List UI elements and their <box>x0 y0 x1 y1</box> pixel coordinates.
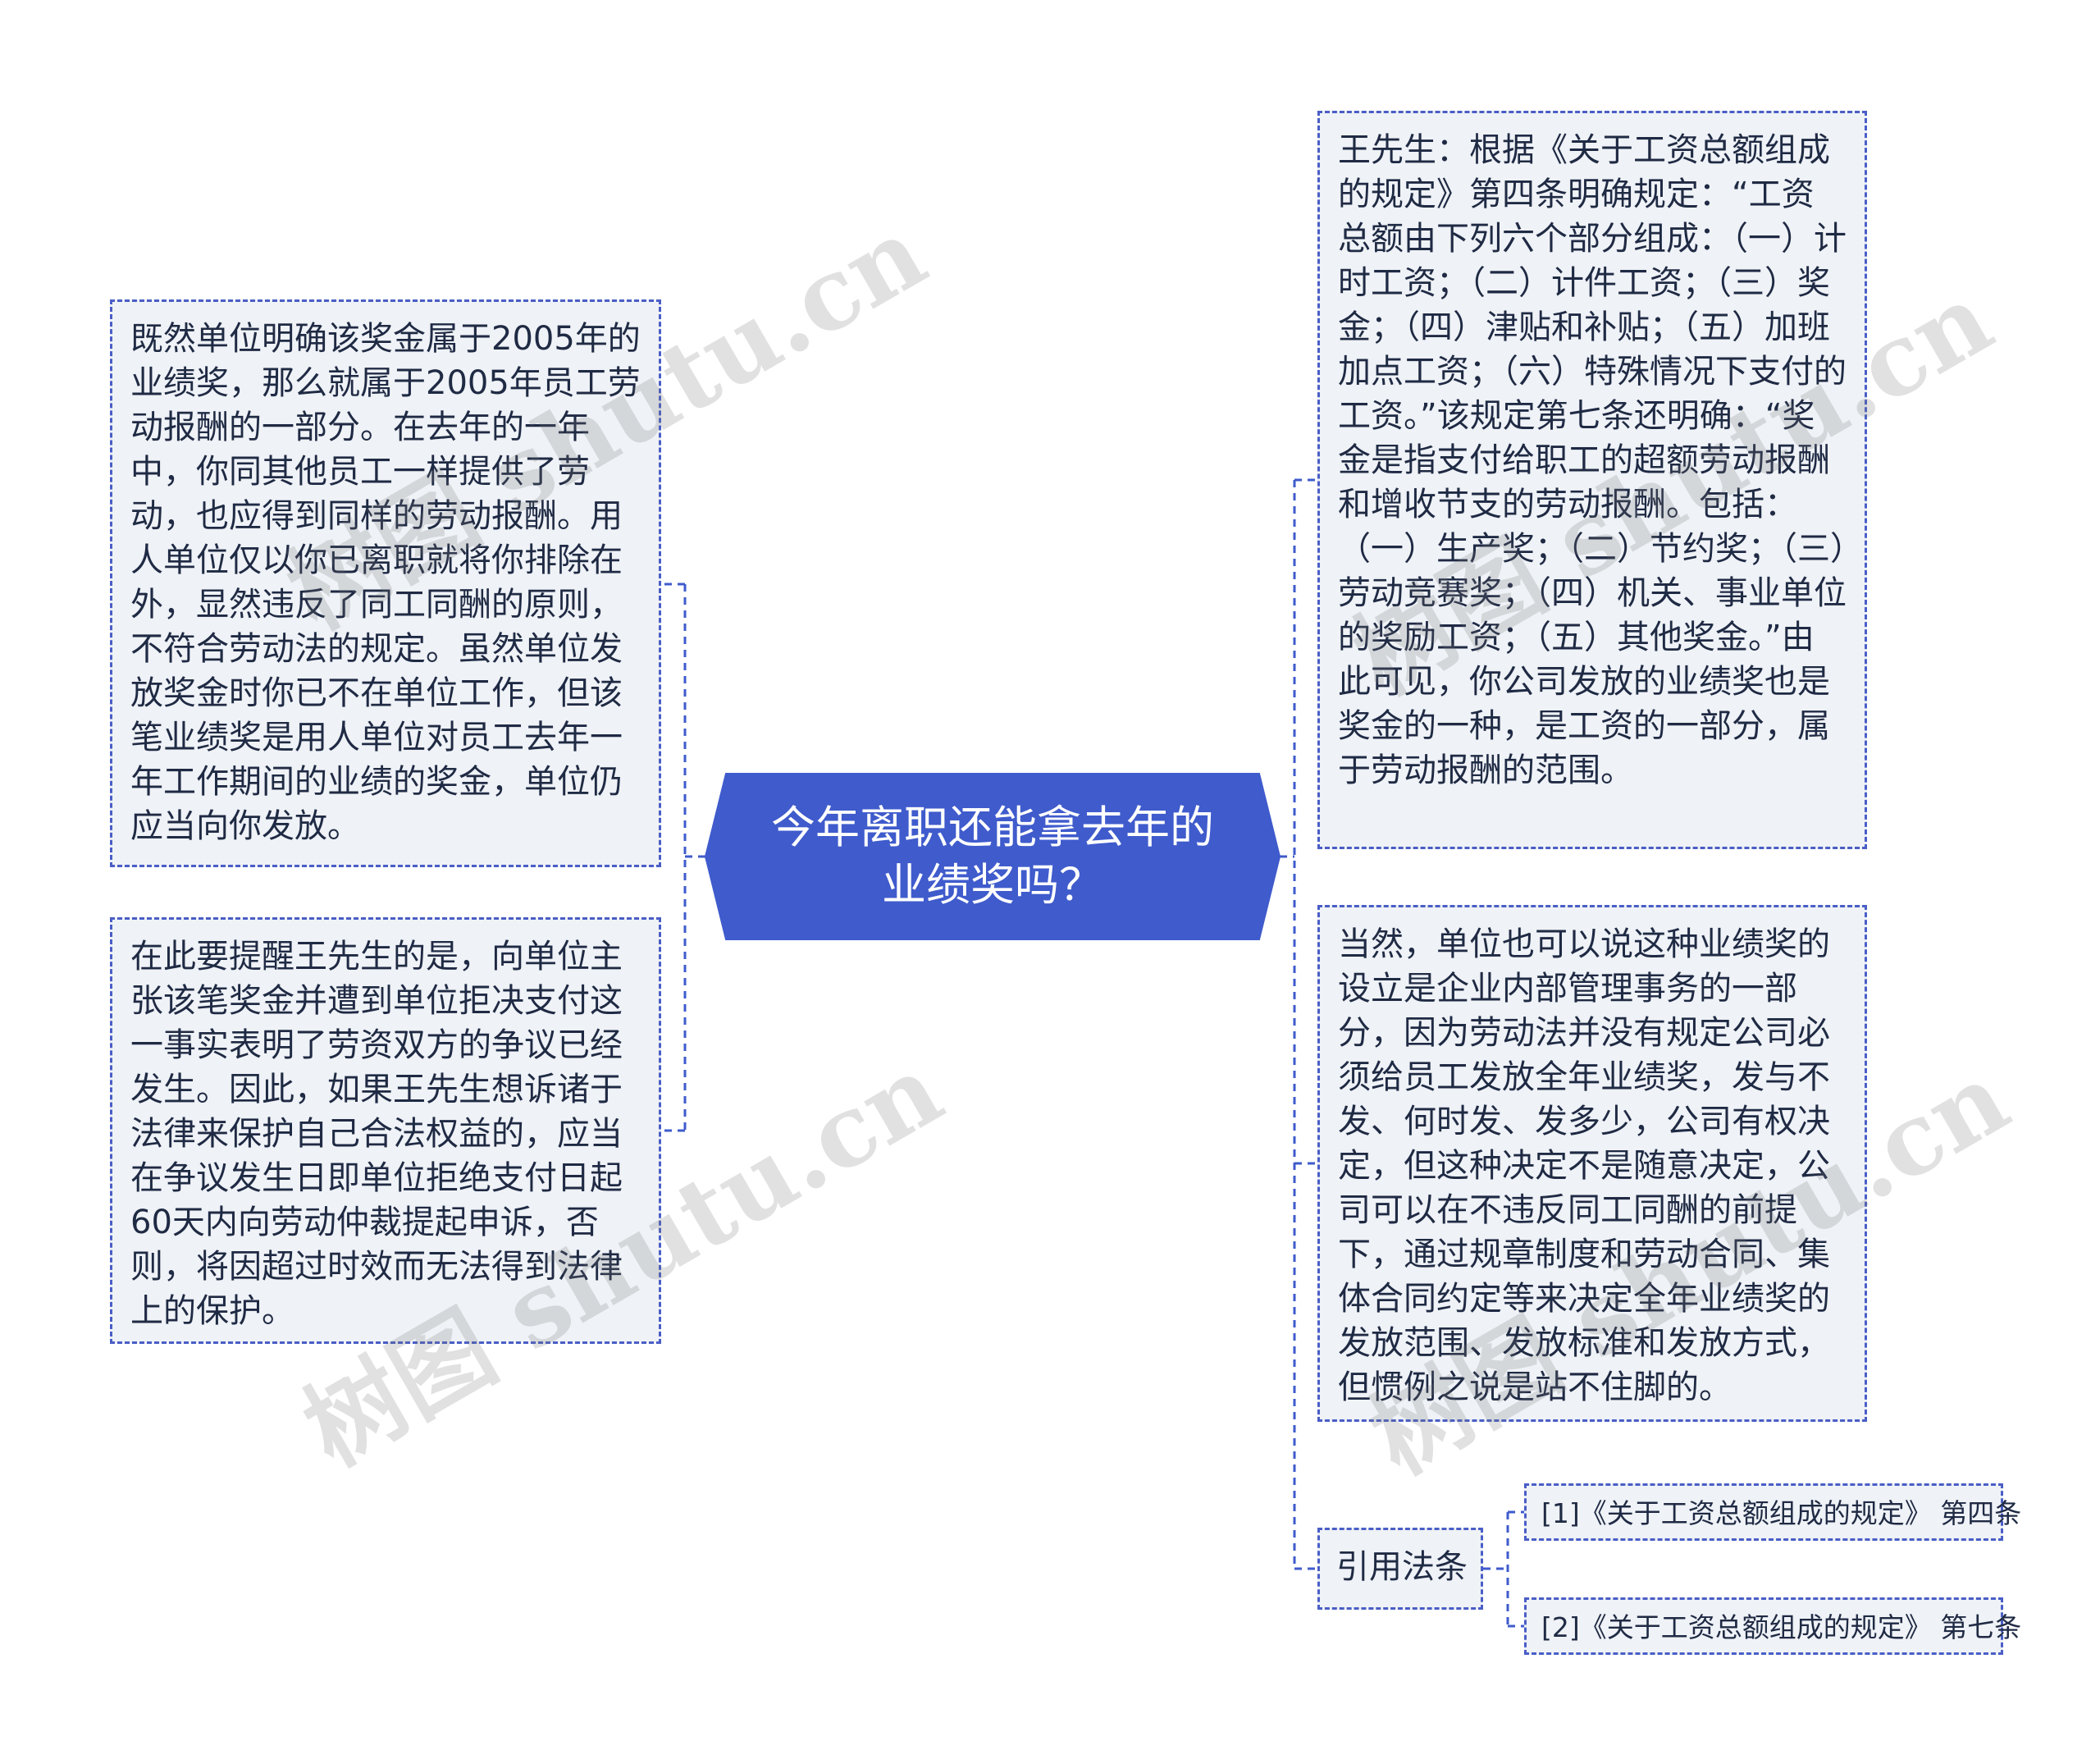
citations-node-text: 引用法条 <box>1336 1548 1468 1586</box>
left-node-2[interactable]: 在此要提醒王先生的是，向单位主张该笔奖金并遭到单位拒决支付这一事实表明了劳资双方… <box>110 917 661 1344</box>
left-node-1[interactable]: 既然单位明确该奖金属于2005年的业绩奖，那么就属于2005年员工劳动报酬的一部… <box>110 299 661 867</box>
right-node-2-text: 当然，单位也可以说这种业绩奖的设立是企业内部管理事务的一部分，因为劳动法并没有规… <box>1338 925 1830 1406</box>
center-topic-text: 今年离职还能拿去年的业绩奖吗？ <box>771 802 1214 911</box>
left-node-2-text: 在此要提醒王先生的是，向单位主张该笔奖金并遭到单位拒决支付这一事实表明了劳资双方… <box>130 938 623 1330</box>
right-node-1-text: 王先生：根据《关于工资总额组成的规定》第四条明确规定：“工资总额由下列六个部分组… <box>1338 131 1847 789</box>
right-node-2[interactable]: 当然，单位也可以说这种业绩奖的设立是企业内部管理事务的一部分，因为劳动法并没有规… <box>1317 905 1867 1422</box>
citation-1-text: [1]《关于工资总额组成的规定》 第四条 <box>1541 1497 2022 1529</box>
citation-2[interactable]: [2]《关于工资总额组成的规定》 第七条 <box>1524 1597 2021 1655</box>
right-node-1[interactable]: 王先生：根据《关于工资总额组成的规定》第四条明确规定：“工资总额由下列六个部分组… <box>1317 111 1867 849</box>
citation-1[interactable]: [1]《关于工资总额组成的规定》 第四条 <box>1524 1483 2021 1541</box>
citation-2-text: [2]《关于工资总额组成的规定》 第七条 <box>1541 1611 2022 1643</box>
citations-node[interactable]: 引用法条 <box>1317 1528 1483 1610</box>
center-topic[interactable]: 今年离职还能拿去年的业绩奖吗？ <box>705 774 1280 939</box>
left-node-1-text: 既然单位明确该奖金属于2005年的业绩奖，那么就属于2005年员工劳动报酬的一部… <box>130 320 641 845</box>
